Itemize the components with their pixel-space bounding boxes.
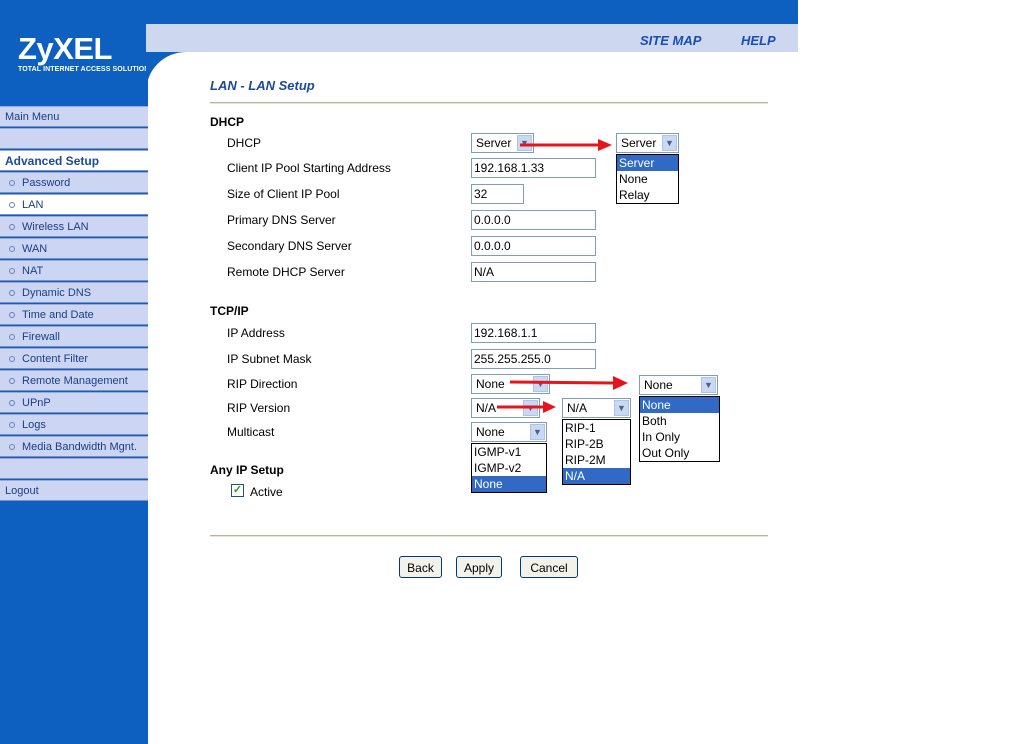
back-button[interactable]: Back: [399, 556, 442, 578]
red-arrow-icon: [497, 401, 556, 413]
red-arrow-icon: [520, 139, 612, 151]
section-any-ip: Any IP Setup: [210, 463, 284, 477]
divider-bottom: [210, 535, 768, 537]
apply-button[interactable]: Apply: [456, 556, 502, 578]
cancel-button[interactable]: Cancel: [520, 556, 578, 578]
check-icon: ✓: [232, 484, 243, 496]
red-arrow-icon: [509, 376, 628, 390]
annotation-arrows: [497, 139, 628, 413]
active-checkbox[interactable]: ✓: [231, 484, 244, 497]
active-label: Active: [250, 485, 283, 499]
